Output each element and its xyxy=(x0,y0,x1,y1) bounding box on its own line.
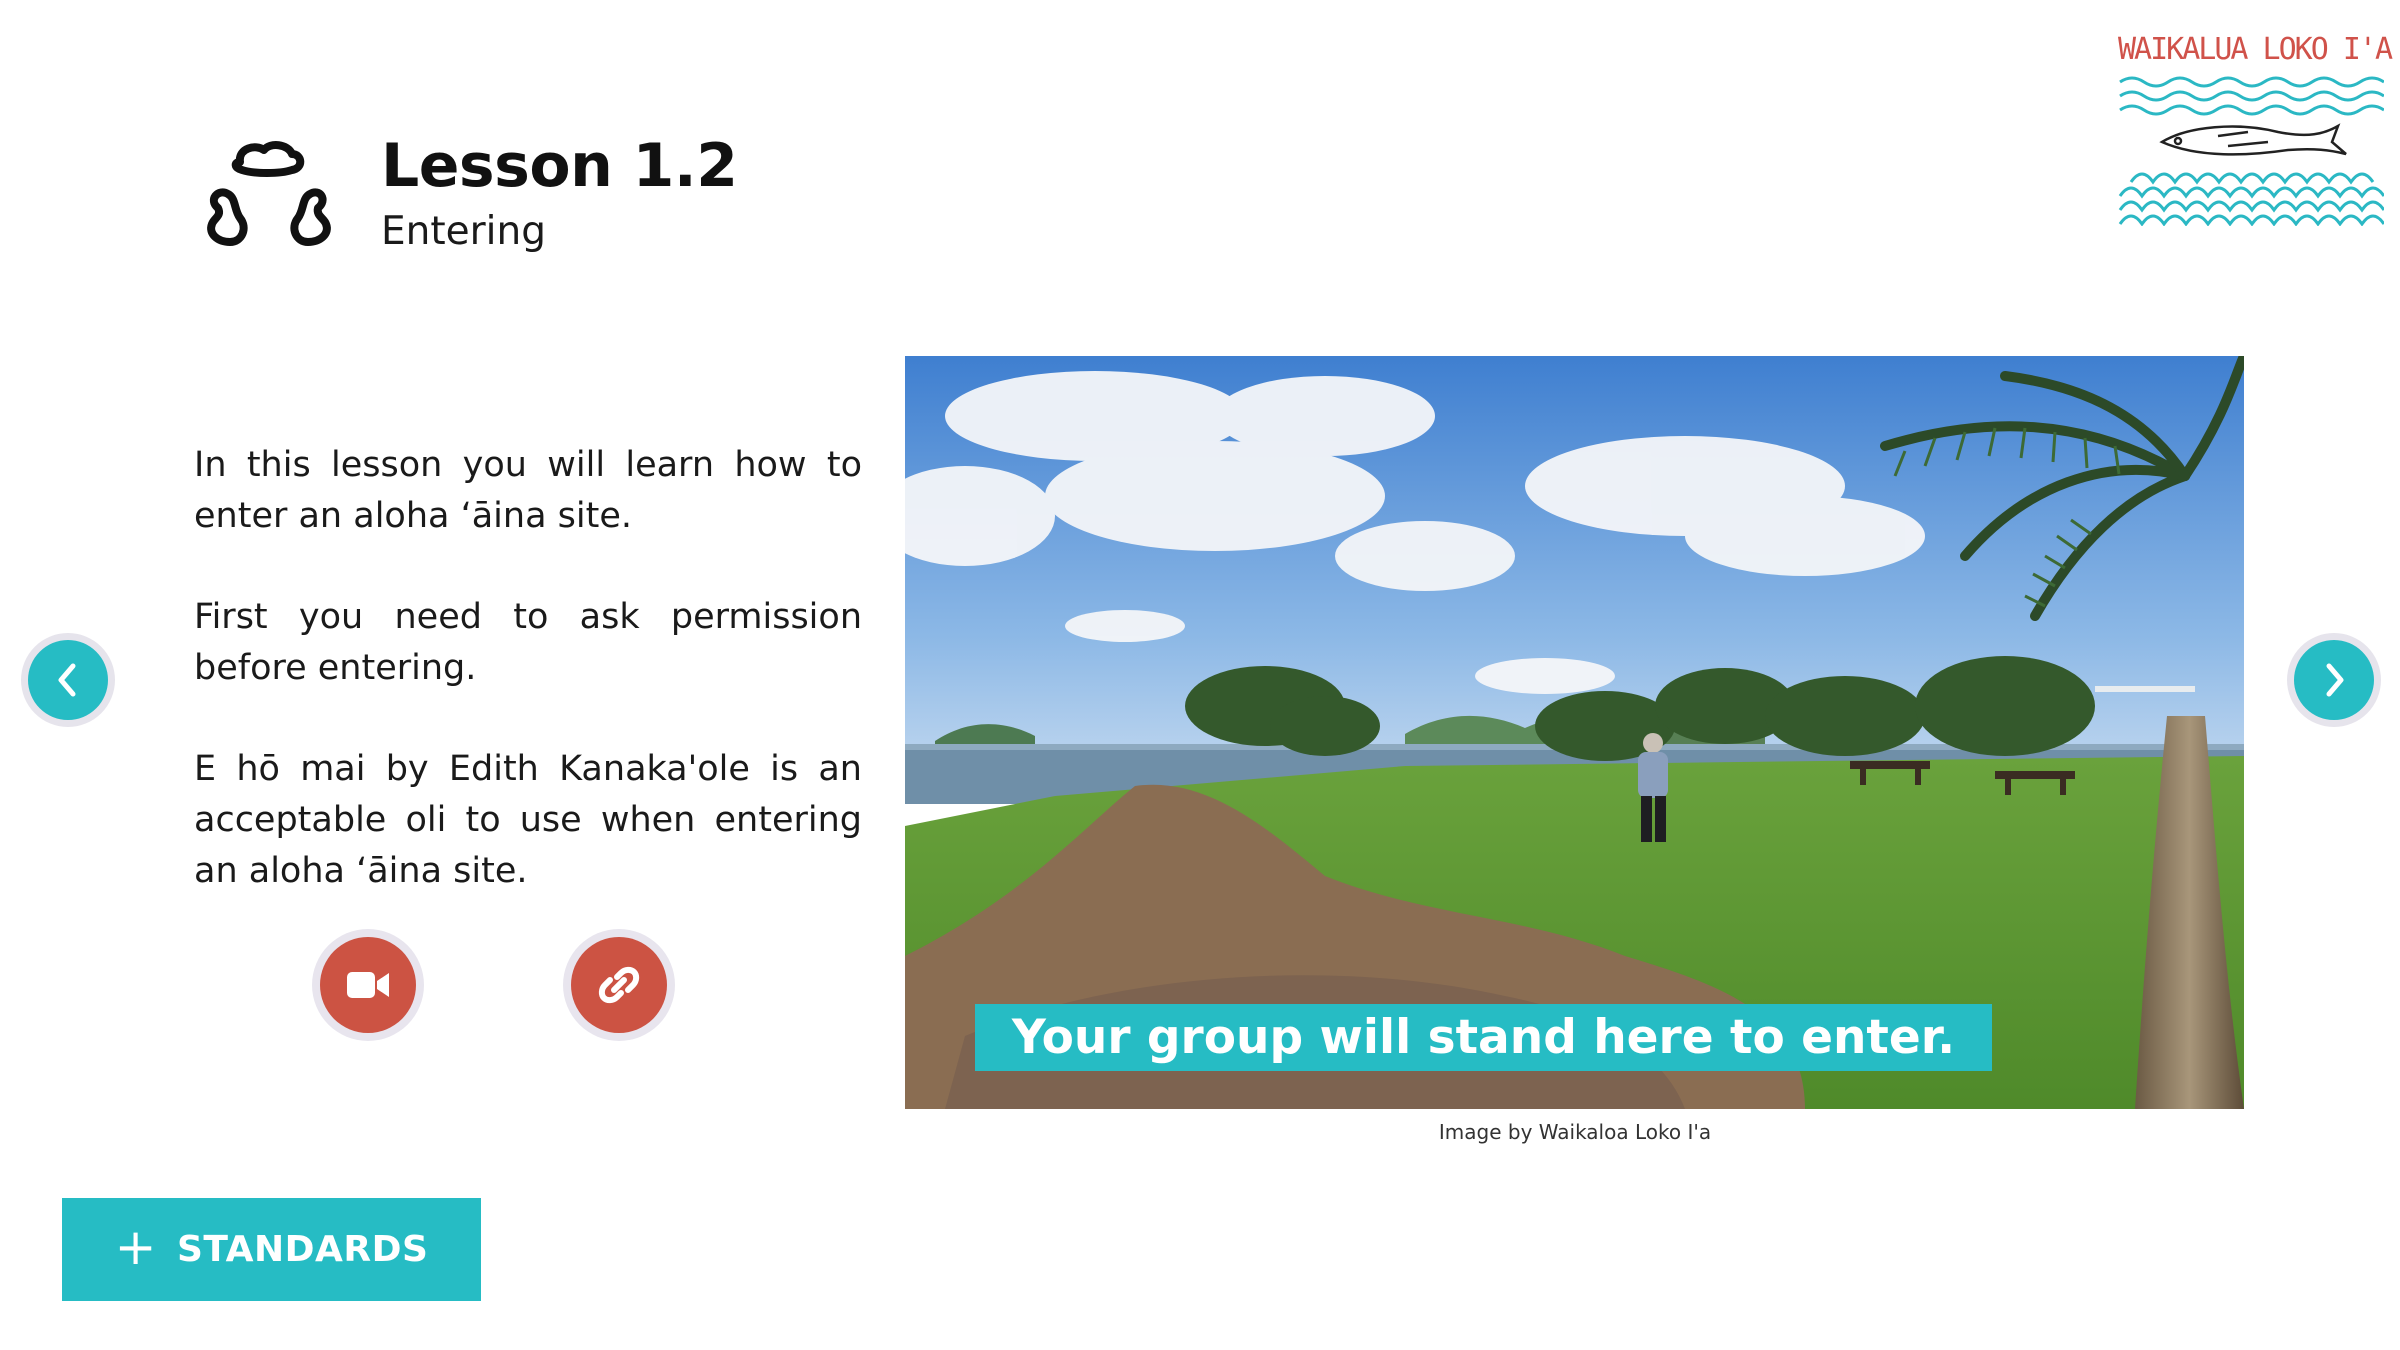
photo-caption: Your group will stand here to enter. xyxy=(975,1004,1992,1071)
intro-paragraph: E hō mai by Edith Kanaka'ole is an accep… xyxy=(194,749,862,891)
fish-waves-logo xyxy=(2118,76,2384,226)
link-icon xyxy=(598,966,640,1004)
video-button-face[interactable] xyxy=(320,937,416,1033)
intro-paragraph: First you need to ask permission before … xyxy=(194,597,862,688)
lesson-intro: In this lesson you will learn how to ent… xyxy=(194,440,862,947)
plus-icon: + xyxy=(114,1217,157,1276)
standards-label: STANDARDS xyxy=(176,1229,429,1270)
link-button[interactable] xyxy=(563,929,675,1041)
video-camera-icon xyxy=(347,972,389,998)
chevron-right-icon xyxy=(2326,663,2344,697)
site-photo-illustration xyxy=(905,356,2244,1109)
intro-paragraph: In this lesson you will learn how to ent… xyxy=(194,445,862,536)
standards-button[interactable]: + STANDARDS xyxy=(62,1198,481,1301)
lesson-title: Lesson 1.2 xyxy=(381,131,738,201)
next-button[interactable] xyxy=(2287,633,2381,727)
video-button[interactable] xyxy=(312,929,424,1041)
three-stones-icon xyxy=(207,141,331,246)
link-button-face[interactable] xyxy=(571,937,667,1033)
site-photo: Your group will stand here to enter. xyxy=(905,356,2244,1109)
previous-button[interactable] xyxy=(21,633,115,727)
chevron-left-icon xyxy=(58,663,76,697)
next-button-face[interactable] xyxy=(2294,640,2374,720)
logo-text: WAIKALUA LOKO I'A xyxy=(2118,32,2393,67)
waikalua-loko-ia-logo: WAIKALUA LOKO I'A xyxy=(2118,30,2393,226)
photo-credit: Image by Waikaloa Loko I'a xyxy=(1438,1120,1712,1144)
previous-button-face[interactable] xyxy=(28,640,108,720)
lesson-subtitle: Entering xyxy=(381,209,546,254)
